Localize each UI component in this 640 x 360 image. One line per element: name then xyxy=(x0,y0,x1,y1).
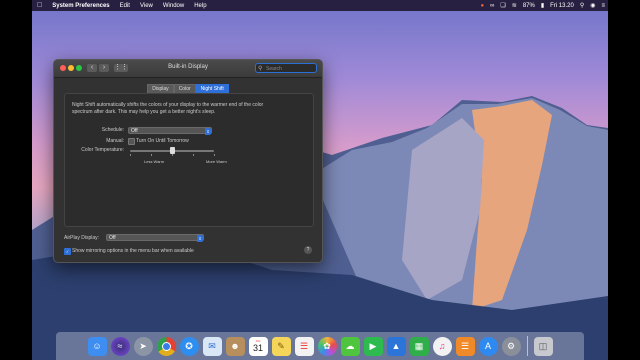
search-icon: ⚲ xyxy=(258,66,263,72)
turn-on-until-tomorrow-checkbox[interactable] xyxy=(128,138,135,145)
notes-icon[interactable]: ✎ xyxy=(271,336,291,356)
wifi-icon[interactable]: ≋ xyxy=(509,2,520,9)
show-mirroring-checkbox[interactable]: ✓ xyxy=(64,248,71,255)
menu-app-name[interactable]: System Preferences xyxy=(47,3,114,9)
messages-icon[interactable]: ☁ xyxy=(340,336,360,356)
menu-view[interactable]: View xyxy=(135,3,158,9)
less-warm-label: Less Warm xyxy=(144,159,165,164)
slider-tick xyxy=(151,154,152,156)
numbers-icon[interactable]: ▦ xyxy=(409,336,429,356)
finder-icon[interactable]: ☺ xyxy=(87,336,107,356)
mail-icon[interactable]: ✉ xyxy=(202,336,222,356)
calendar-icon[interactable]: JUL 31 xyxy=(248,336,268,356)
gear-icon[interactable]: ⚙ xyxy=(501,336,521,356)
keynote-icon[interactable]: ▲ xyxy=(386,336,406,356)
turn-on-until-tomorrow-label[interactable]: Turn On Until Tomorrow xyxy=(136,138,189,144)
slider-tick xyxy=(193,154,194,156)
search-input[interactable]: ⚲ Search xyxy=(255,63,317,73)
desktop:  System Preferences Edit View Window He… xyxy=(32,0,608,360)
clock[interactable]: Fri 13.20 xyxy=(547,3,577,9)
facetime-icon[interactable]: ▶ xyxy=(363,336,383,356)
book-icon[interactable]: ☰ xyxy=(455,336,475,356)
music-icon[interactable]: ♫ xyxy=(432,336,452,356)
dock-separator xyxy=(526,336,528,356)
manual-label: Manual: xyxy=(106,138,124,144)
help-button[interactable]: ? xyxy=(304,246,312,254)
rocket-icon[interactable]: ➤ xyxy=(133,336,153,356)
schedule-select[interactable]: Off ⇕ xyxy=(128,127,212,135)
photos-icon[interactable]: ✿ xyxy=(317,336,337,356)
airplay-display-label: AirPlay Display: xyxy=(64,235,100,241)
contacts-icon[interactable]: ☻ xyxy=(225,336,245,356)
calendar-day: 31 xyxy=(252,343,263,353)
battery-icon[interactable]: ▮ xyxy=(538,2,547,9)
notification-center-icon[interactable]: ≡ xyxy=(598,3,608,9)
schedule-label: Schedule: xyxy=(101,127,124,133)
spotlight-icon[interactable]: ⚲ xyxy=(577,2,587,9)
slider-tick xyxy=(214,154,215,156)
menu-window[interactable]: Window xyxy=(158,3,189,9)
siri-icon[interactable]: ≈ xyxy=(110,336,130,356)
battery-percent[interactable]: 87% xyxy=(520,3,538,9)
trash-icon[interactable]: ◫ xyxy=(533,336,553,356)
dock: ☺ ≈ ➤ ✪ ✉ ☻ JUL 31 ✎ ☰ ✿ ☁ ▶ ▲ ▦ ♫ ☰ A ⚙… xyxy=(56,332,584,360)
color-temperature-label: Color Temperature: xyxy=(81,147,124,153)
bluetooth-icon[interactable]: ❑ xyxy=(497,2,508,9)
airplay-display-value: Off xyxy=(109,235,116,241)
more-warm-label: More Warm xyxy=(206,159,227,164)
chevron-updown-icon: ⇕ xyxy=(205,128,211,135)
reminders-icon[interactable]: ☰ xyxy=(294,336,314,356)
compass-icon[interactable]: ✪ xyxy=(179,336,199,356)
apple-menu-icon[interactable]:  xyxy=(32,2,47,9)
search-placeholder: Search xyxy=(266,66,282,72)
menu-help[interactable]: Help xyxy=(189,3,211,9)
chrome-icon[interactable] xyxy=(156,336,176,356)
chevron-updown-icon: ⇕ xyxy=(197,235,203,242)
slider-tick xyxy=(130,154,131,156)
show-mirroring-label[interactable]: Show mirroring options in the menu bar w… xyxy=(72,248,194,254)
schedule-value: Off xyxy=(131,128,138,134)
color-temperature-slider-knob[interactable] xyxy=(169,147,175,154)
siri-menu-icon[interactable]: ◉ xyxy=(587,2,598,9)
preferences-window: ‹ › ⋮⋮ Built-in Display ⚲ Search Display… xyxy=(53,59,323,263)
appstore-icon[interactable]: A xyxy=(478,336,498,356)
slider-tick xyxy=(172,154,173,156)
status-app-icon[interactable]: ● xyxy=(477,3,487,9)
airplay-display-select[interactable]: Off ⇕ xyxy=(106,234,204,242)
menu-bar:  System Preferences Edit View Window He… xyxy=(32,0,608,11)
night-shift-description: Night Shift automatically shifts the col… xyxy=(72,102,264,115)
menu-edit[interactable]: Edit xyxy=(115,3,135,9)
window-titlebar[interactable]: ‹ › ⋮⋮ Built-in Display ⚲ Search xyxy=(54,60,322,78)
creative-cloud-icon[interactable]: ∞ xyxy=(487,3,497,9)
